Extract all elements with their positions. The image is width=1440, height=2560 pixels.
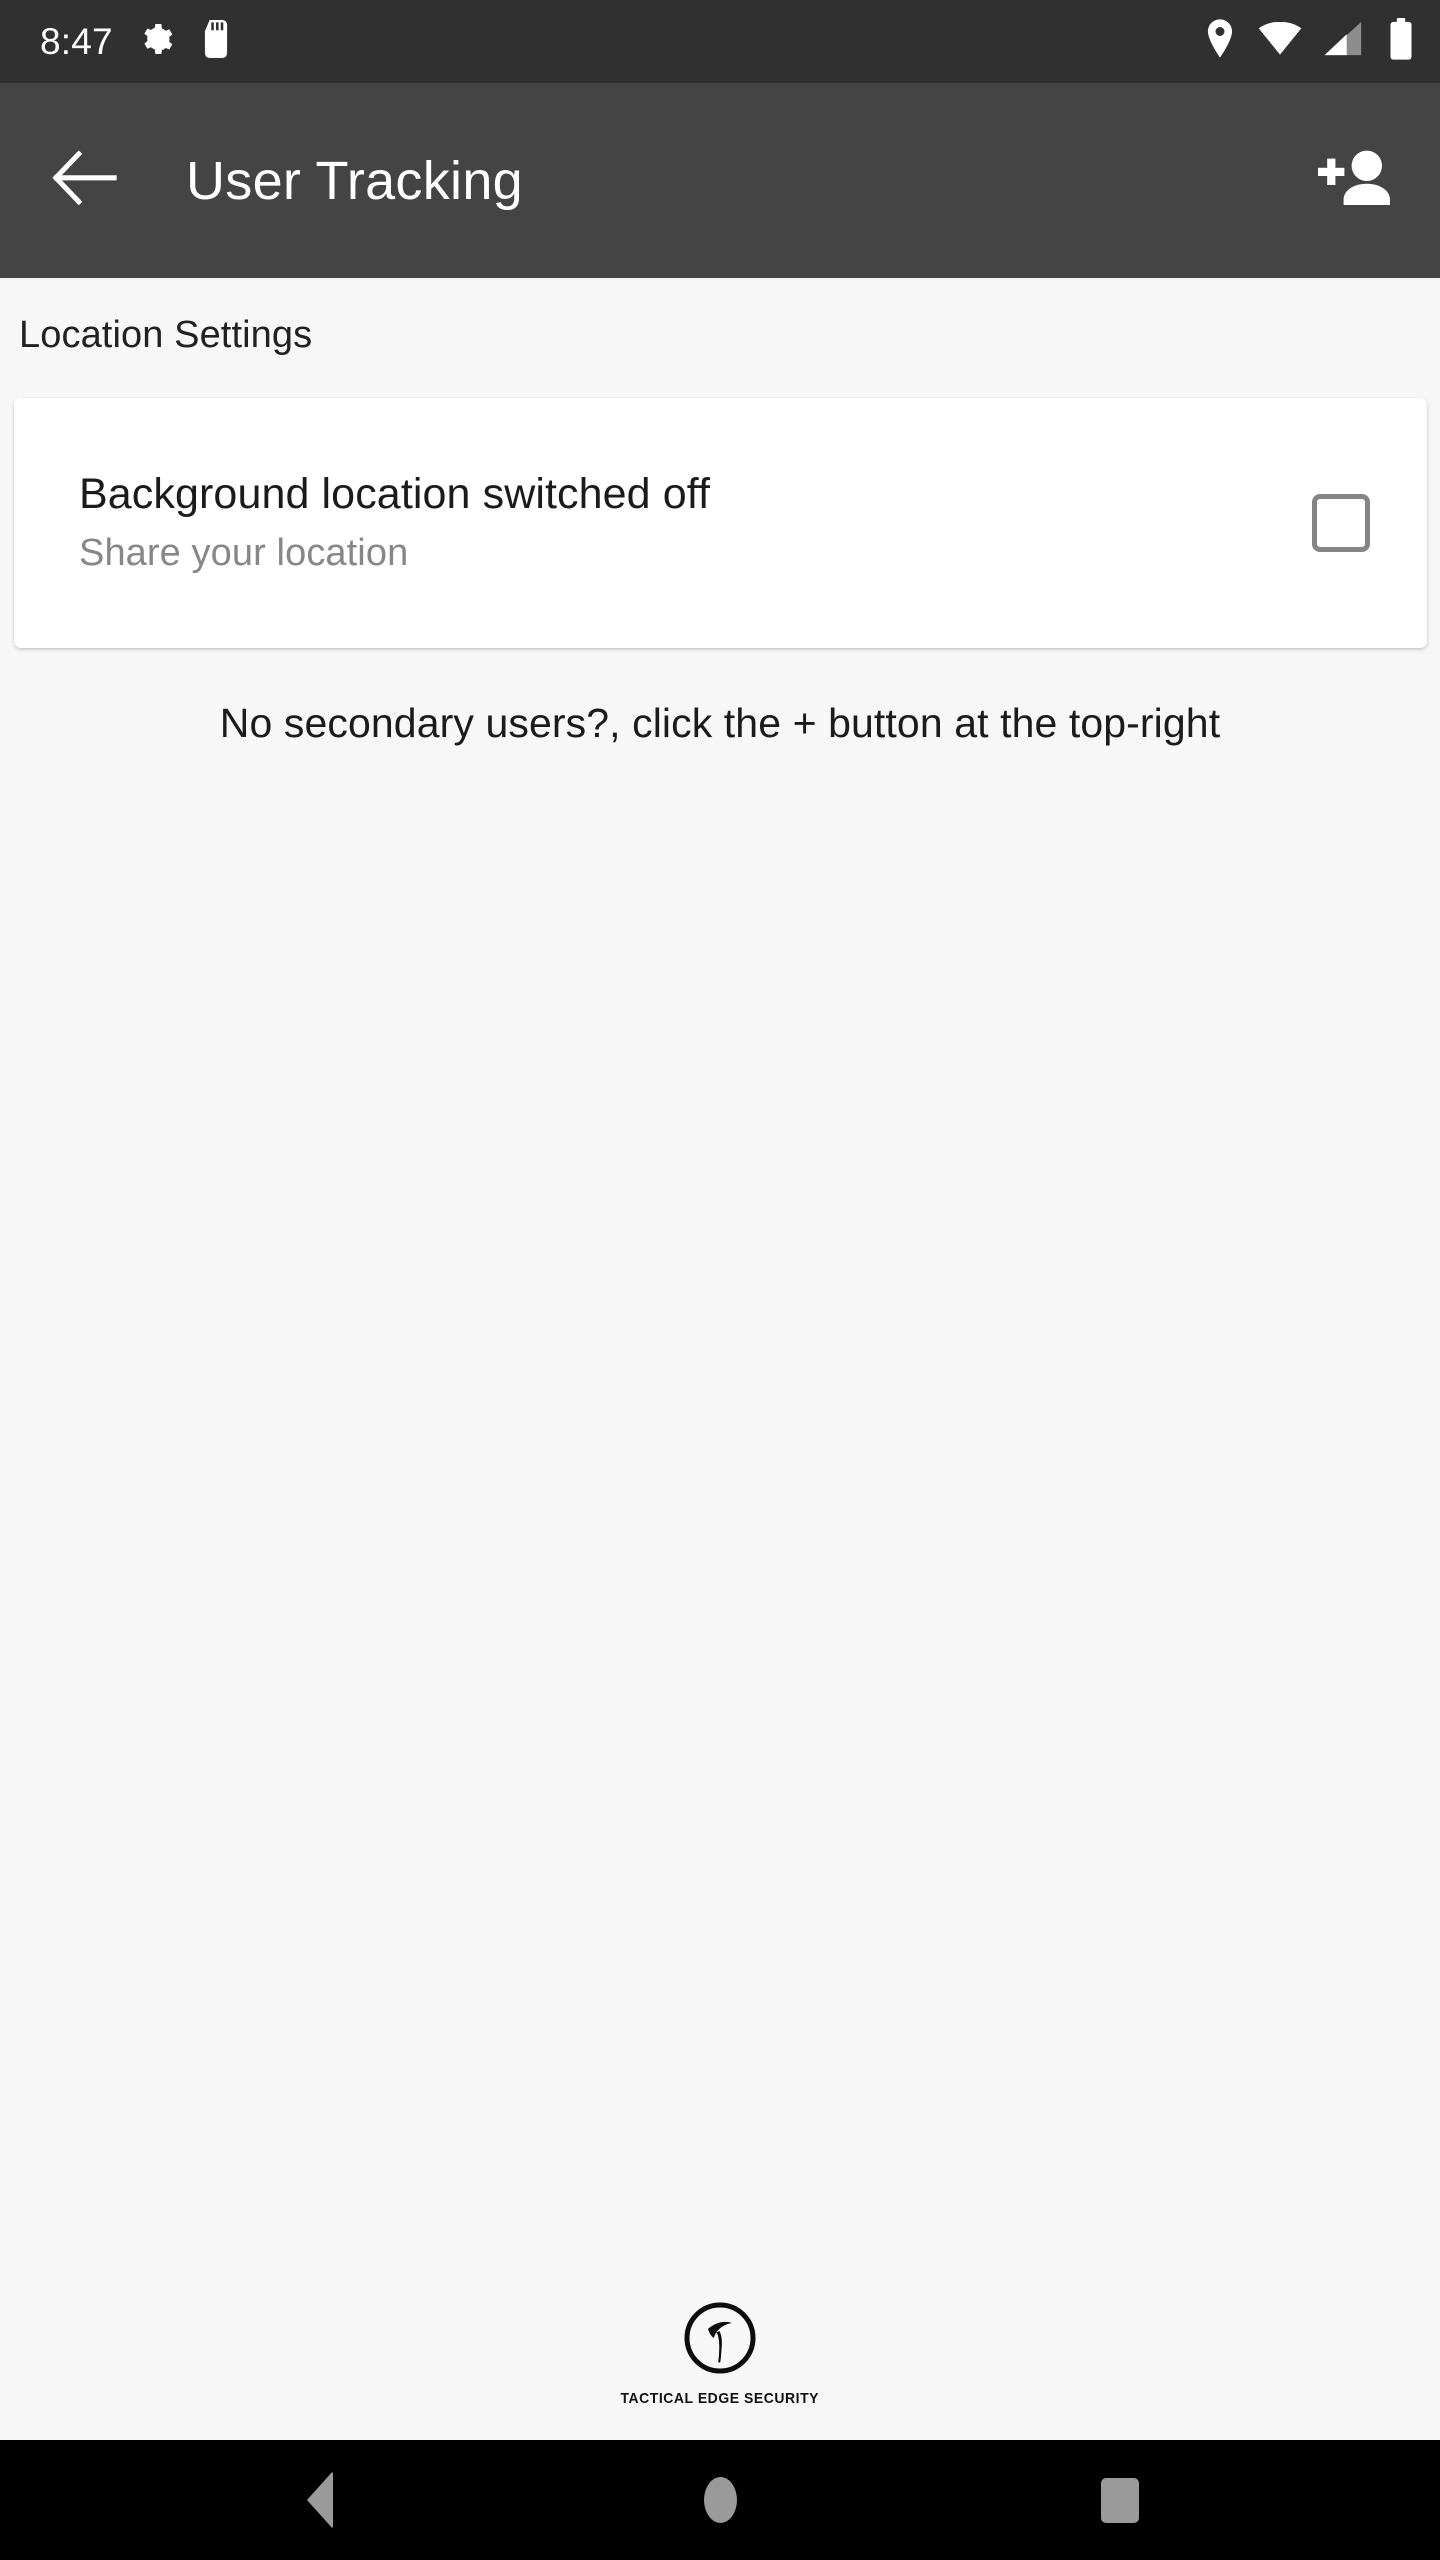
add-user-button[interactable] xyxy=(1306,133,1402,229)
location-setting-subtitle: Share your location xyxy=(79,532,409,575)
wifi-icon xyxy=(1258,21,1302,61)
person-add-icon xyxy=(1316,147,1392,214)
gear-icon xyxy=(139,21,175,62)
nav-back-icon xyxy=(307,2471,333,2529)
back-button[interactable] xyxy=(42,138,128,224)
app-screen: 8:47 User Tracking Location Settings Bac… xyxy=(0,0,1440,2560)
location-setting-title: Background location switched off xyxy=(79,469,711,518)
status-bar-right xyxy=(1204,18,1414,65)
sd-card-icon xyxy=(201,20,231,63)
back-arrow-icon xyxy=(52,150,118,211)
nav-recents-button[interactable] xyxy=(1050,2440,1190,2560)
status-bar: 8:47 xyxy=(0,0,1440,83)
status-clock: 8:47 xyxy=(40,21,113,62)
logo-wordmark: TACTICAL EDGE SECURITY xyxy=(620,2390,820,2407)
footer-branding: TACTICAL EDGE SECURITY xyxy=(0,2300,1440,2406)
main-content: Location Settings Background location sw… xyxy=(0,278,1440,2440)
nav-back-button[interactable] xyxy=(250,2440,390,2560)
section-header-location-settings: Location Settings xyxy=(19,314,313,356)
location-setting-card[interactable]: Background location switched off Share y… xyxy=(14,398,1427,648)
location-setting-texts: Background location switched off Share y… xyxy=(79,469,1312,575)
app-bar: User Tracking xyxy=(0,83,1440,278)
nav-recents-icon xyxy=(1101,2477,1139,2523)
page-title: User Tracking xyxy=(186,150,523,211)
battery-icon xyxy=(1388,18,1414,65)
system-navigation-bar xyxy=(0,2440,1440,2560)
tactical-edge-security-logo-icon xyxy=(681,2300,759,2383)
nav-home-icon xyxy=(703,2477,737,2523)
status-bar-left: 8:47 xyxy=(40,20,231,63)
background-location-checkbox[interactable] xyxy=(1312,494,1370,552)
cellular-signal-icon xyxy=(1324,22,1366,61)
empty-state-message: No secondary users?, click the + button … xyxy=(219,700,1221,746)
location-pin-icon xyxy=(1204,18,1236,65)
nav-home-button[interactable] xyxy=(650,2440,790,2560)
